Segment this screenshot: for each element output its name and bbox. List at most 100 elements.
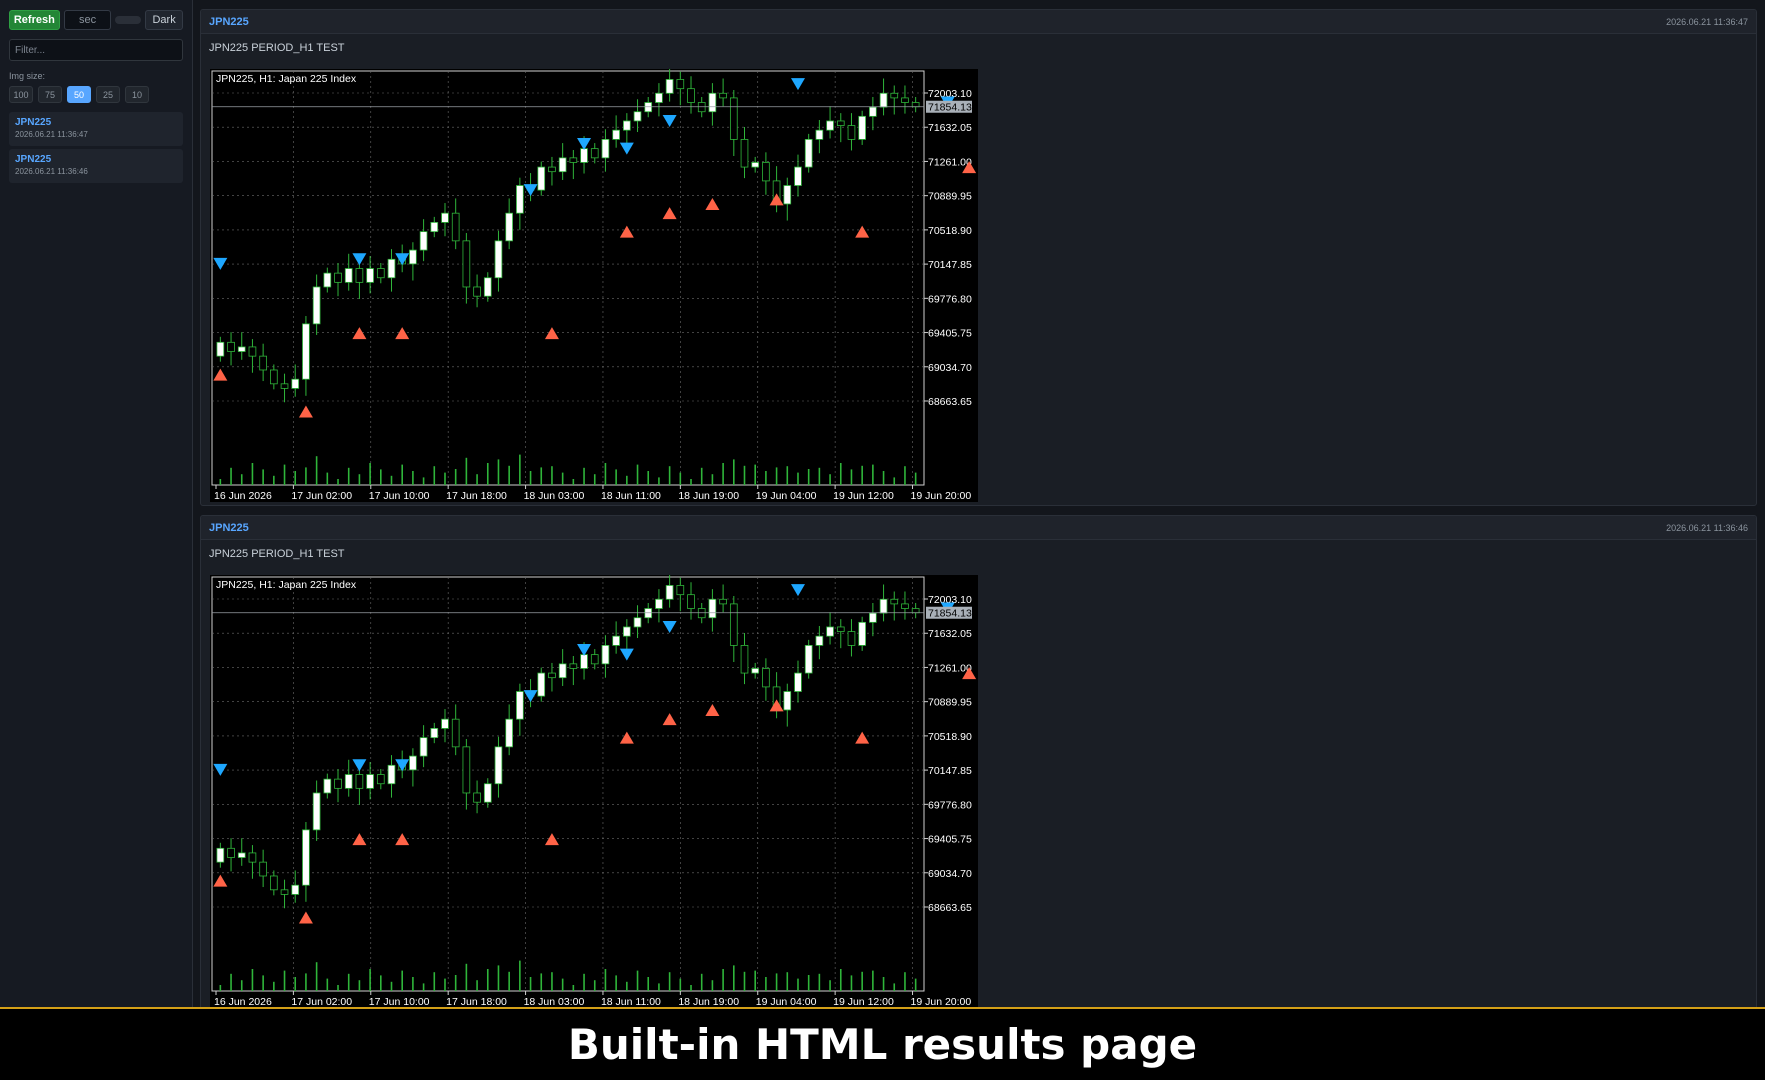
candle-body — [548, 166, 556, 173]
img-size-option-100[interactable]: 100 — [9, 86, 33, 103]
filter-input[interactable] — [9, 39, 183, 61]
candle-body — [270, 875, 278, 891]
candle-body — [879, 92, 888, 108]
sell-signal-marker — [395, 759, 410, 772]
candle-body — [334, 272, 342, 283]
y-tick-label: 71632.05 — [928, 628, 972, 640]
candle-body — [719, 598, 727, 605]
candle-body — [516, 691, 524, 720]
candle-body — [216, 341, 225, 357]
x-tick-label: 17 Jun 10:00 — [369, 490, 430, 502]
candle-body — [847, 631, 856, 646]
candle-body — [612, 635, 620, 646]
candle-body — [537, 166, 546, 191]
candle-body — [302, 829, 310, 886]
candle-body — [366, 268, 374, 283]
candlestick-chart: 72003.1071632.0571261.0070889.9570518.90… — [211, 69, 977, 502]
sell-signal-marker — [577, 138, 592, 151]
candle-body — [355, 268, 364, 283]
candle-body — [569, 157, 578, 163]
card-timestamp: 2026.06.21 11:36:47 — [1666, 16, 1748, 27]
y-tick-label: 69776.80 — [928, 293, 972, 305]
img-size-option-25[interactable]: 25 — [96, 86, 120, 103]
sell-signal-marker — [619, 648, 634, 661]
sell-signal-marker — [352, 253, 367, 266]
img-size-option-10[interactable]: 10 — [125, 86, 149, 103]
candle-body — [858, 621, 866, 646]
candle-body — [762, 668, 770, 688]
candle-body — [665, 79, 674, 94]
list-item-timestamp: 2026.06.21 11:36:47 — [15, 130, 88, 139]
candle-body — [655, 598, 663, 609]
y-tick-label: 70147.85 — [928, 259, 972, 271]
candle-body — [494, 746, 503, 785]
candle-body — [376, 268, 385, 279]
interval-input[interactable]: sec — [63, 10, 112, 30]
sell-signal-marker — [662, 620, 677, 633]
candle-body — [494, 240, 503, 279]
refresh-button[interactable]: Refresh — [9, 10, 60, 30]
candle-body — [344, 268, 353, 283]
candle-body — [419, 231, 428, 251]
toolbar: Refresh sec Dark — [9, 9, 183, 31]
candle-body — [558, 157, 567, 173]
buy-signal-marker — [298, 911, 313, 924]
candle-body — [419, 737, 428, 757]
buy-signal-marker — [855, 225, 870, 238]
x-tick-label: 19 Jun 20:00 — [911, 490, 972, 502]
y-tick-label: 69034.70 — [928, 362, 972, 374]
candle-body — [580, 148, 588, 163]
candle-body — [890, 598, 899, 605]
candle-body — [227, 847, 235, 858]
list-item[interactable]: JPN225 2026.06.21 11:36:46 — [9, 149, 183, 183]
candle-body — [836, 120, 845, 126]
buy-signal-marker — [619, 731, 634, 744]
chart-title: JPN225, H1: Japan 225 Index — [216, 73, 357, 85]
candle-body — [270, 369, 278, 385]
y-tick-label: 68663.65 — [928, 902, 972, 914]
y-tick-label: 71632.05 — [928, 122, 972, 134]
img-size-option-50[interactable]: 50 — [67, 86, 91, 103]
y-tick-label: 69034.70 — [928, 868, 972, 880]
y-tick-label: 71261.00 — [928, 662, 972, 674]
current-price-label: 71854.13 — [928, 608, 972, 620]
candle-body — [323, 778, 332, 794]
list-item[interactable]: JPN225 2026.06.21 11:36:47 — [9, 112, 183, 146]
card-timestamp: 2026.06.21 11:36:46 — [1666, 522, 1748, 533]
dark-theme-button[interactable]: Dark — [145, 10, 183, 30]
img-size-option-75[interactable]: 75 — [38, 86, 62, 103]
sell-signal-marker — [790, 584, 805, 597]
candle-body — [901, 97, 909, 103]
candle-body — [601, 139, 610, 159]
buy-signal-marker — [352, 327, 367, 340]
caption-banner: Built-in HTML results page — [0, 1007, 1765, 1080]
current-price-label: 71854.13 — [928, 102, 972, 114]
candlestick-chart: 72003.1071632.0571261.0070889.9570518.90… — [211, 575, 977, 1008]
candle-body — [462, 240, 471, 288]
theme-toggle[interactable] — [115, 16, 142, 24]
candle-body — [826, 626, 834, 637]
candle-body — [355, 774, 364, 789]
card-subtitle: JPN225 PERIOD_H1 TEST — [209, 42, 345, 54]
candle-body — [451, 212, 460, 242]
candle-body — [558, 663, 567, 679]
list-item-timestamp: 2026.06.21 11:36:46 — [15, 167, 88, 176]
candle-body — [291, 378, 300, 389]
x-tick-label: 18 Jun 11:00 — [601, 490, 661, 502]
y-tick-label: 68663.65 — [928, 396, 972, 408]
x-tick-label: 18 Jun 19:00 — [678, 490, 739, 502]
candle-body — [623, 626, 631, 637]
result-card: JPN225 2026.06.21 11:36:47 JPN225 PERIOD… — [200, 9, 1757, 506]
candle-body — [483, 783, 492, 803]
candle-body — [590, 148, 599, 159]
candle-body — [869, 612, 877, 623]
candle-body — [312, 792, 321, 831]
candle-body — [836, 626, 845, 632]
sell-signal-marker — [213, 257, 228, 270]
sell-signal-marker — [523, 184, 538, 197]
card-title-link[interactable]: JPN225 — [209, 16, 249, 28]
candle-body — [762, 162, 770, 182]
candle-body — [804, 645, 813, 674]
card-title-link[interactable]: JPN225 — [209, 522, 249, 534]
candle-body — [366, 774, 374, 789]
